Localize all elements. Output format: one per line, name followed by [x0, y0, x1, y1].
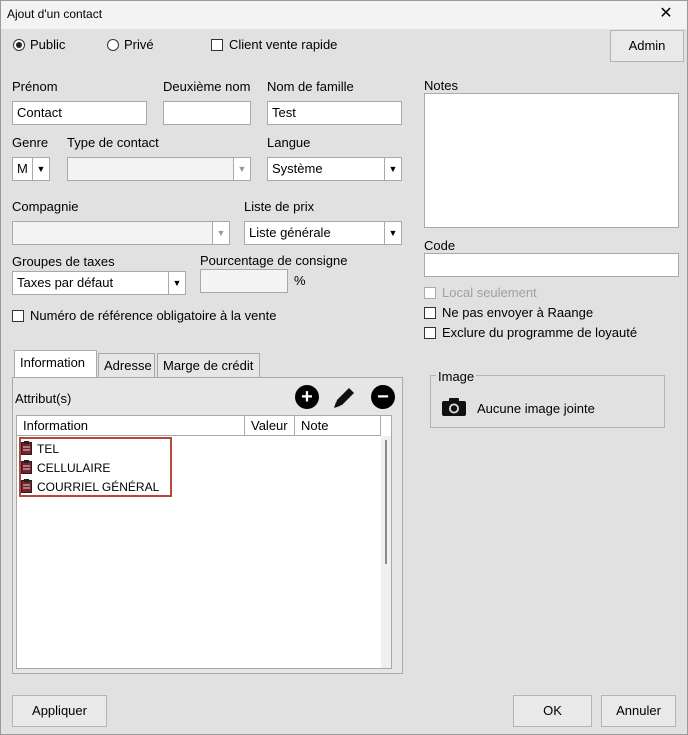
- local-seulement-label[interactable]: Local seulement: [442, 285, 537, 300]
- prenom-label: Prénom: [12, 79, 58, 94]
- clipboard-icon: [21, 479, 32, 493]
- col-header-information[interactable]: Information: [17, 416, 245, 436]
- langue-label: Langue: [267, 135, 311, 150]
- public-radio[interactable]: [13, 39, 25, 51]
- type-contact-select[interactable]: ▼: [67, 157, 251, 181]
- ne-pas-envoyer-checkbox[interactable]: [424, 307, 436, 319]
- groupes-taxes-label: Groupes de taxes: [12, 254, 115, 269]
- percent-label: %: [294, 273, 306, 288]
- genre-label: Genre: [12, 135, 49, 150]
- tab-marge-credit[interactable]: Marge de crédit: [157, 353, 260, 378]
- remove-attribute-button[interactable]: −: [371, 385, 395, 409]
- client-rapide-label[interactable]: Client vente rapide: [229, 37, 337, 52]
- list-item[interactable]: COURRIEL GÉNÉRAL: [21, 478, 159, 496]
- compagnie-label: Compagnie: [12, 199, 79, 214]
- scrollbar-thumb[interactable]: [385, 440, 387, 564]
- groupes-taxes-select[interactable]: Taxes par défaut ▼: [12, 271, 186, 295]
- prive-radio-label[interactable]: Privé: [124, 37, 154, 52]
- chevron-down-icon[interactable]: ▼: [32, 158, 49, 180]
- list-item-label: CELLULAIRE: [37, 461, 111, 475]
- attributs-label: Attribut(s): [15, 391, 72, 406]
- image-status: Aucune image jointe: [477, 401, 595, 416]
- client-rapide-checkbox[interactable]: [211, 39, 223, 51]
- annuler-button[interactable]: Annuler: [601, 695, 676, 727]
- nom-famille-label: Nom de famille: [267, 79, 354, 94]
- attributes-grid: Information Valeur Note TEL CELLULAIRE C…: [16, 415, 392, 669]
- deuxieme-nom-label: Deuxième nom: [163, 79, 251, 94]
- title-bar: Ajout d'un contact ✕: [1, 1, 687, 29]
- notes-textarea[interactable]: [424, 93, 679, 228]
- list-item[interactable]: TEL: [21, 440, 59, 458]
- clipboard-icon: [21, 441, 32, 455]
- type-contact-label: Type de contact: [67, 135, 159, 150]
- prive-radio[interactable]: [107, 39, 119, 51]
- list-item[interactable]: CELLULAIRE: [21, 459, 110, 477]
- notes-label: Notes: [424, 78, 458, 93]
- add-contact-dialog: Ajout d'un contact ✕ Public Privé Client…: [0, 0, 688, 735]
- local-seulement-checkbox[interactable]: [424, 287, 436, 299]
- tab-information[interactable]: Information: [14, 350, 97, 379]
- exclure-loyaute-checkbox[interactable]: [424, 327, 436, 339]
- tab-adresse[interactable]: Adresse: [98, 353, 155, 378]
- langue-value: Système: [272, 161, 323, 176]
- chevron-down-icon[interactable]: ▼: [168, 272, 185, 294]
- code-input[interactable]: [424, 253, 679, 277]
- edit-attribute-button[interactable]: [331, 385, 357, 411]
- genre-select[interactable]: M ▼: [12, 157, 50, 181]
- num-ref-checkbox[interactable]: [12, 310, 24, 322]
- liste-prix-select[interactable]: Liste générale ▼: [244, 221, 402, 245]
- close-icon[interactable]: ✕: [655, 4, 677, 26]
- image-group-label: Image: [436, 369, 477, 384]
- groupes-taxes-value: Taxes par défaut: [17, 275, 114, 290]
- add-attribute-button[interactable]: +: [295, 385, 319, 409]
- clipboard-icon: [21, 460, 32, 474]
- admin-button[interactable]: Admin: [610, 30, 684, 62]
- prenom-input[interactable]: Contact: [12, 101, 147, 125]
- langue-select[interactable]: Système ▼: [267, 157, 402, 181]
- col-header-note[interactable]: Note: [295, 416, 381, 436]
- compagnie-select[interactable]: ▼: [12, 221, 230, 245]
- vertical-scrollbar[interactable]: [381, 436, 391, 668]
- ne-pas-envoyer-label[interactable]: Ne pas envoyer à Raange: [442, 305, 593, 320]
- code-label: Code: [424, 238, 456, 253]
- nom-famille-input[interactable]: Test: [267, 101, 402, 125]
- chevron-down-icon[interactable]: ▼: [233, 158, 250, 180]
- public-radio-label[interactable]: Public: [30, 37, 65, 52]
- list-item-label: COURRIEL GÉNÉRAL: [37, 480, 160, 494]
- camera-icon[interactable]: [441, 397, 467, 417]
- consigne-label: Pourcentage de consigne: [200, 253, 348, 268]
- window-title: Ajout d'un contact: [7, 7, 103, 21]
- list-item-label: TEL: [37, 442, 60, 456]
- deuxieme-nom-input[interactable]: [163, 101, 251, 125]
- consigne-input[interactable]: [200, 269, 288, 293]
- num-ref-label[interactable]: Numéro de référence obligatoire à la ven…: [30, 308, 276, 323]
- liste-prix-value: Liste générale: [249, 225, 331, 240]
- exclure-loyaute-label[interactable]: Exclure du programme de loyauté: [442, 325, 637, 340]
- appliquer-button[interactable]: Appliquer: [12, 695, 107, 727]
- chevron-down-icon[interactable]: ▼: [384, 158, 401, 180]
- chevron-down-icon[interactable]: ▼: [384, 222, 401, 244]
- liste-prix-label: Liste de prix: [244, 199, 315, 214]
- genre-value: M: [17, 161, 28, 176]
- chevron-down-icon[interactable]: ▼: [212, 222, 229, 244]
- col-header-valeur[interactable]: Valeur: [245, 416, 295, 436]
- ok-button[interactable]: OK: [513, 695, 592, 727]
